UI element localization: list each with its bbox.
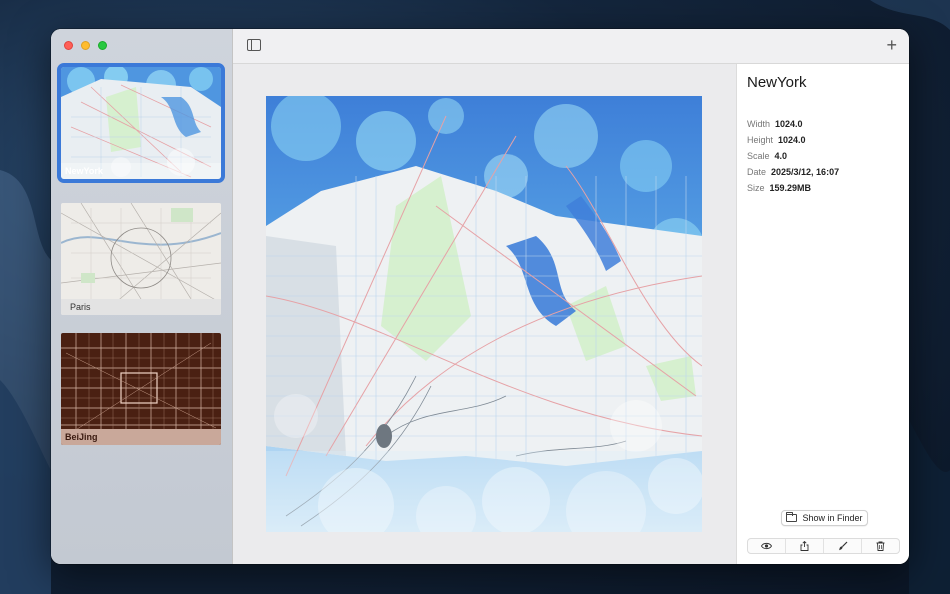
meta-date: Date 2025/3/12, 16:07	[747, 167, 840, 177]
meta-width: Width 1024.0	[747, 119, 803, 129]
edit-style-button[interactable]	[824, 539, 862, 553]
meta-height: Height 1024.0	[747, 135, 806, 145]
meta-scale: Scale 4.0	[747, 151, 788, 161]
minimize-window-button[interactable]	[81, 41, 90, 50]
delete-button[interactable]	[862, 539, 899, 553]
zoom-window-button[interactable]	[98, 41, 107, 50]
sidebar-item-label: NewYork	[61, 163, 221, 179]
sidebar-item-newyork[interactable]: NewYork	[57, 63, 225, 183]
share-button[interactable]	[786, 539, 824, 553]
share-icon	[800, 541, 809, 551]
newyork-map-image	[266, 96, 702, 532]
sidebar: NewYork Paris BeiJing	[51, 29, 233, 564]
inspector-title: NewYork	[747, 74, 807, 91]
meta-size: Size 159.29MB	[747, 183, 812, 193]
action-bar	[747, 538, 900, 554]
sidebar-item-label: BeiJing	[61, 429, 221, 445]
show-in-finder-button[interactable]: Show in Finder	[781, 510, 868, 526]
preview-canvas	[233, 64, 736, 564]
quick-look-button[interactable]	[748, 539, 786, 553]
inspector-panel: NewYork Width 1024.0 Height 1024.0 Scale 4.…	[736, 64, 909, 564]
close-window-button[interactable]	[64, 41, 73, 50]
map-preview[interactable]	[266, 96, 702, 532]
plus-icon[interactable]: +	[886, 36, 897, 54]
sidebar-toggle-icon[interactable]	[247, 39, 261, 51]
trash-icon	[876, 541, 885, 551]
sidebar-item-beijing[interactable]: BeiJing	[61, 333, 221, 445]
sidebar-item-paris[interactable]: Paris	[61, 203, 221, 315]
eye-icon	[761, 542, 772, 550]
folder-icon	[786, 512, 798, 522]
sidebar-item-label: Paris	[61, 299, 221, 315]
app-window: NewYork Paris BeiJing + NewYork Width 10…	[51, 29, 909, 564]
brush-icon	[838, 541, 847, 551]
toolbar: +	[233, 29, 909, 64]
metadata-list: Width 1024.0 Height 1024.0 Scale 4.0 Date 20…	[747, 116, 839, 196]
window-controls	[64, 41, 107, 50]
